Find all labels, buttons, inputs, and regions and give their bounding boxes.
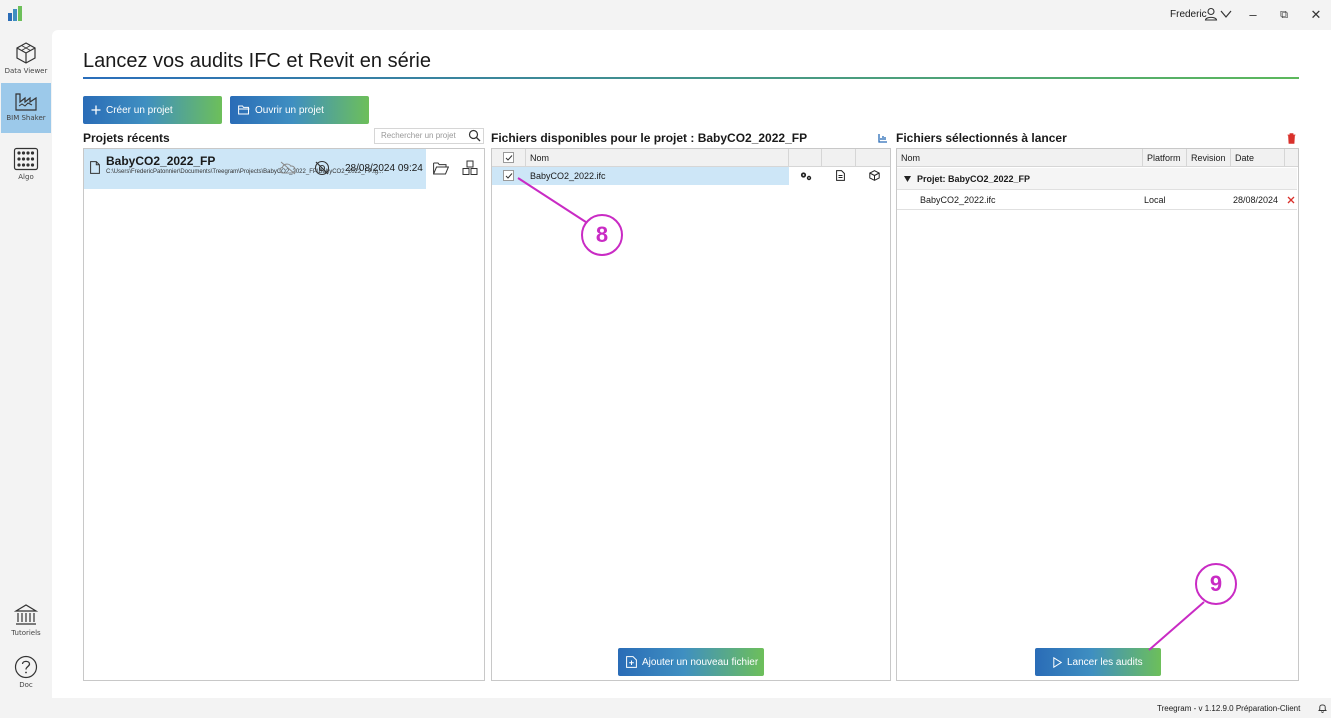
- help-icon: [14, 655, 38, 679]
- user-name[interactable]: Frederic: [1170, 9, 1207, 20]
- minimize-button[interactable]: –: [1242, 5, 1264, 25]
- factory-icon: [15, 93, 37, 111]
- close-window-button[interactable]: ✕: [1305, 5, 1327, 25]
- grid-nodes-icon: [13, 147, 39, 171]
- sidebar-item-data-viewer[interactable]: Data Viewer: [1, 34, 51, 84]
- sidebar-item-doc[interactable]: Doc: [1, 648, 51, 698]
- chevron-down-icon[interactable]: [1220, 9, 1232, 19]
- restore-button[interactable]: ⧉: [1273, 5, 1295, 25]
- sidebar-item-algo[interactable]: Algo: [1, 140, 51, 190]
- status-bar: Treegram - v 1.12.9.0 Préparation-Client: [0, 698, 1331, 718]
- bell-icon[interactable]: [1318, 703, 1327, 713]
- main-content: Lancez vos audits IFC et Revit en série …: [52, 30, 1331, 698]
- annotation-lines: [517, 177, 1205, 651]
- version-label: Treegram - v 1.12.9.0 Préparation-Client: [1157, 704, 1301, 713]
- title-bar: Frederic – ⧉ ✕: [0, 0, 1331, 30]
- sidebar: Data Viewer BIM Shaker Algo Tutoriels Do…: [0, 30, 52, 698]
- annotation-marker-8: 8: [581, 214, 623, 256]
- sidebar-item-tutoriels[interactable]: Tutoriels: [1, 596, 51, 646]
- sidebar-item-label: Algo: [18, 173, 34, 181]
- app-logo-icon: [8, 6, 22, 21]
- sidebar-item-label: Tutoriels: [11, 629, 41, 637]
- sidebar-item-label: BIM Shaker: [6, 114, 46, 122]
- annotation-marker-9: 9: [1195, 563, 1237, 605]
- sidebar-item-label: Data Viewer: [4, 67, 48, 75]
- sidebar-item-bim-shaker[interactable]: BIM Shaker: [1, 83, 51, 133]
- user-icon[interactable]: [1204, 7, 1218, 21]
- cube-icon: [16, 42, 36, 64]
- sidebar-item-label: Doc: [19, 681, 33, 689]
- institution-icon: [14, 604, 38, 625]
